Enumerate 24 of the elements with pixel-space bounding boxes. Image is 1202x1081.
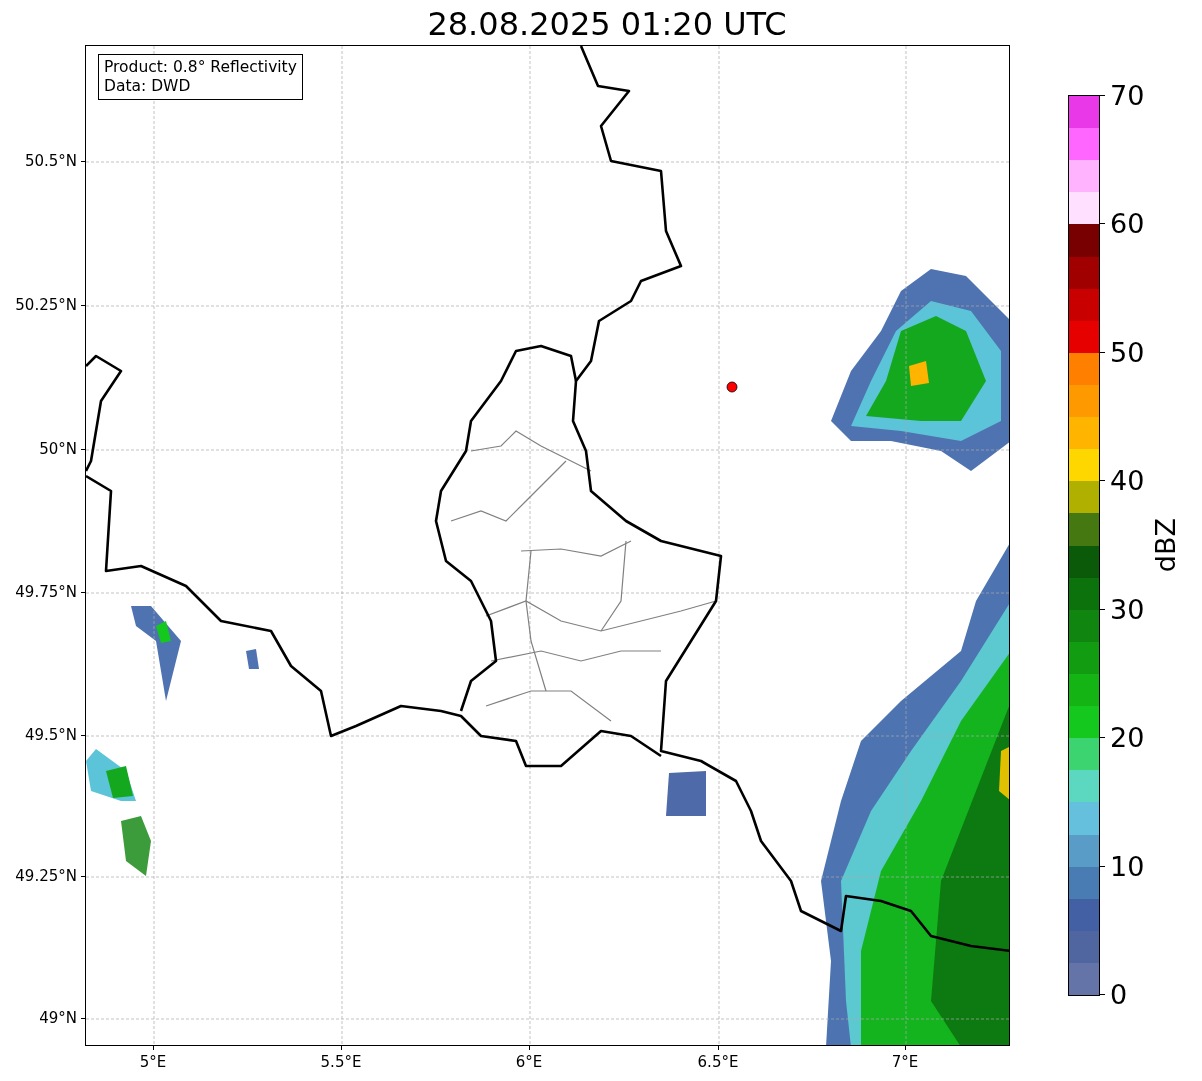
longitude-label: 5.5°E [320,1053,362,1071]
latitude-label: 49.75°N [15,583,77,601]
scale-label: 60 [1110,207,1145,239]
scale-label: 30 [1110,593,1145,625]
colorbar-title: dBZ [1150,518,1181,573]
longitude-label: 6.5°E [697,1053,739,1071]
latitude-label: 49.25°N [15,867,77,885]
latitude-label: 49°N [39,1009,77,1027]
scale-label: 70 [1110,79,1145,111]
chart-title: 28.08.2025 01:20 UTC [427,4,787,45]
latitude-label: 50.25°N [15,296,77,314]
scale-label: 0 [1110,978,1128,1010]
longitude-label: 7°E [891,1053,919,1071]
latitude-label: 50.5°N [24,152,77,170]
latitude-label: 49.5°N [24,726,77,744]
longitude-label: 6°E [515,1053,543,1071]
legend-text: Data: DWD [104,77,192,96]
longitude-label: 5°E [139,1053,167,1071]
scale-label: 50 [1110,336,1145,368]
scale-label: 20 [1110,721,1145,753]
legend-text: Product: 0.8° Reflectivity [104,58,297,77]
latitude-label: 50°N [39,440,77,458]
scale-label: 10 [1110,850,1145,882]
scale-label: 40 [1110,464,1145,496]
